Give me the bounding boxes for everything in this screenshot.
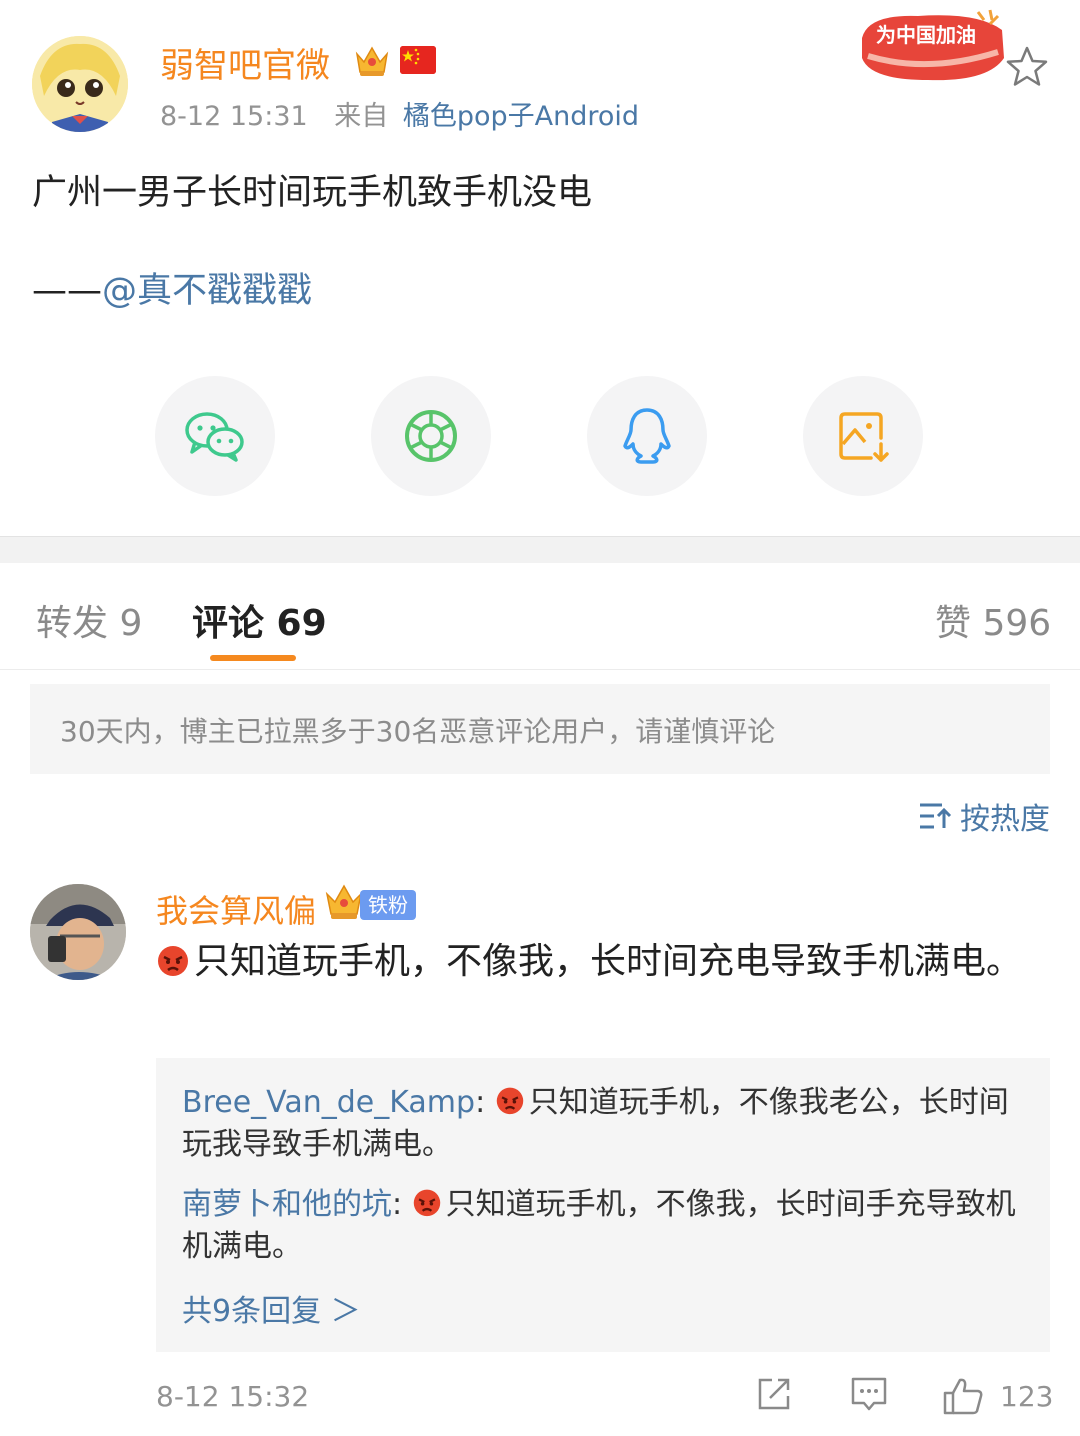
thumbs-up-icon <box>943 1378 983 1415</box>
qq-icon <box>623 408 671 464</box>
comment-notice: 30天内，博主已拉黑多于30名恶意评论用户，请谨慎评论 <box>30 684 1050 774</box>
notice-text: 30天内，博主已拉黑多于30名恶意评论用户，请谨慎评论 <box>60 715 776 748</box>
share-qq-button[interactable] <box>587 376 707 496</box>
tab-reposts[interactable]: 转发 9 <box>36 594 142 646</box>
reply-author[interactable]: 南萝卜和他的坑 <box>182 1187 392 1222</box>
post-source[interactable]: 橘色pop子Android <box>403 101 639 132</box>
sort-icon <box>920 803 952 829</box>
comment-body: 只知道玩手机，不像我，长时间充电导致手机满电。 <box>194 941 1023 982</box>
author-name[interactable]: 弱智吧官微 <box>160 38 330 87</box>
post-time: 8-12 15:31 <box>160 101 308 132</box>
badge-text: 为中国加油 <box>876 23 976 47</box>
favorite-star-icon[interactable] <box>1004 44 1050 90</box>
sort-label: 按热度 <box>960 802 1050 837</box>
post-text: 广州一男子长时间玩手机致手机没电 <box>32 173 593 213</box>
cheer-china-badge[interactable]: 为中国加油 <box>858 8 1008 86</box>
credit-mention[interactable]: @真不戳戳戳 <box>102 271 312 311</box>
sort-by-hot-button[interactable]: 按热度 <box>918 796 1050 837</box>
china-flag-icon <box>400 46 436 74</box>
tab-likes[interactable]: 赞 596 <box>935 594 1051 646</box>
comment-text: 只知道玩手机，不像我，长时间充电导致手机满电。 <box>156 938 1026 986</box>
credit-prefix: —— <box>32 271 102 311</box>
more-replies-link[interactable]: 共9条回复 ＞ <box>182 1286 361 1330</box>
crown-vip-icon <box>354 44 390 78</box>
post-meta: 8-12 15:31 来自 橘色pop子Android <box>160 94 639 133</box>
like-comment-button[interactable] <box>942 1376 984 1420</box>
like-count: 123 <box>1000 1380 1054 1413</box>
angry-face-icon <box>158 946 188 976</box>
post-credit: ——@真不戳戳戳 <box>32 262 312 313</box>
tabs-divider <box>0 669 1080 670</box>
source-prefix: 来自 <box>334 101 389 132</box>
reply-item[interactable]: 南萝卜和他的坑: 只知道玩手机，不像我，长时间手充导致机机满电。 <box>182 1184 1028 1268</box>
share-comment-button[interactable] <box>756 1376 792 1416</box>
reply-author[interactable]: Bree_Van_de_Kamp <box>182 1085 475 1120</box>
reply-comment-button[interactable] <box>850 1376 888 1416</box>
share-icon <box>758 1378 790 1410</box>
share-wechat-button[interactable] <box>155 376 275 496</box>
replies-box[interactable]: Bree_Van_de_Kamp: 只知道玩手机，不像我老公，长时间玩我导致手机… <box>156 1058 1050 1352</box>
section-divider <box>0 536 1080 563</box>
active-tab-indicator <box>210 655 296 661</box>
crown-vip-icon <box>324 882 364 922</box>
comment-icon <box>851 1377 887 1411</box>
angry-face-icon <box>413 1189 440 1217</box>
author-avatar[interactable] <box>32 36 128 132</box>
commenter-avatar[interactable] <box>30 884 126 980</box>
wechat-icon <box>185 412 244 462</box>
save-image-button[interactable] <box>803 376 923 496</box>
commenter-name[interactable]: 我会算风偏 <box>156 886 316 932</box>
share-moments-button[interactable] <box>371 376 491 496</box>
comment-time: 8-12 15:32 <box>156 1380 310 1413</box>
reply-colon: : <box>475 1085 495 1120</box>
save-image-icon <box>839 412 889 462</box>
tab-comments[interactable]: 评论 69 <box>192 594 327 646</box>
reply-item[interactable]: Bree_Van_de_Kamp: 只知道玩手机，不像我老公，长时间玩我导致手机… <box>182 1082 1028 1166</box>
moments-icon <box>405 410 457 462</box>
fan-badge: 铁粉 <box>360 890 416 920</box>
angry-face-icon <box>496 1087 523 1115</box>
reply-colon: : <box>392 1187 412 1222</box>
